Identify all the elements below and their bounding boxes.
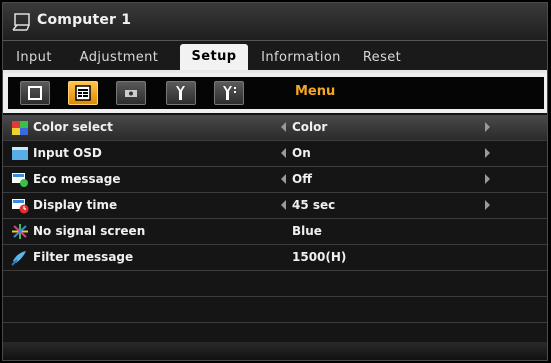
setting-label: Display time — [33, 198, 118, 212]
arrow-right-icon[interactable] — [485, 122, 490, 132]
projector-osd-window: Computer 1 Input Adjustment Setup Inform… — [2, 2, 548, 361]
setting-value: On — [292, 146, 311, 160]
display-time-icon — [12, 199, 29, 214]
subpage-menu-button[interactable] — [68, 81, 98, 105]
setting-label: Filter message — [33, 250, 134, 264]
arrow-left-icon[interactable] — [281, 200, 286, 210]
setting-value: Color — [292, 120, 328, 134]
settings-list: Color select Color Input OSD On Eco mess… — [3, 115, 547, 349]
arrow-left-icon[interactable] — [281, 174, 286, 184]
setting-row-display-time[interactable]: Display time 45 sec — [3, 193, 547, 219]
no-signal-screen-icon — [12, 224, 28, 239]
arrow-left-icon[interactable] — [281, 148, 286, 158]
subpage-general-button[interactable] — [20, 81, 50, 105]
arrow-right-icon[interactable] — [485, 174, 490, 184]
tab-bar: Input Adjustment Setup Information Reset — [3, 41, 547, 72]
subpage-title: Menu — [295, 84, 336, 99]
subpage-installation-button[interactable] — [116, 81, 146, 105]
control-icon — [176, 86, 185, 100]
arrow-right-icon[interactable] — [485, 148, 490, 158]
setting-label: Input OSD — [33, 146, 102, 160]
setting-label: Eco message — [33, 172, 121, 186]
arrow-left-icon[interactable] — [281, 122, 286, 132]
tab-setup[interactable]: Setup — [180, 44, 248, 72]
tab-input[interactable]: Input — [9, 45, 59, 71]
empty-row — [3, 297, 547, 323]
arrow-right-icon[interactable] — [485, 200, 490, 210]
color-select-icon — [12, 121, 28, 135]
setup-subpage-bar: Menu — [3, 73, 547, 113]
general-icon — [28, 86, 42, 100]
setting-row-input-osd[interactable]: Input OSD On — [3, 141, 547, 167]
setting-row-color-select[interactable]: Color select Color — [3, 115, 547, 141]
tab-adjustment[interactable]: Adjustment — [63, 45, 175, 71]
eco-message-icon — [12, 173, 28, 187]
subpage-options-button[interactable] — [214, 81, 244, 105]
tab-reset[interactable]: Reset — [351, 45, 413, 71]
menu-icon — [75, 85, 91, 101]
filter-message-icon — [11, 251, 26, 266]
setting-value: Blue — [292, 224, 322, 238]
title-bar: Computer 1 — [3, 3, 547, 41]
input-osd-icon — [12, 147, 28, 160]
setting-row-filter-message[interactable]: Filter message 1500(H) — [3, 245, 547, 271]
setting-label: No signal screen — [33, 224, 146, 238]
setting-value: Off — [292, 172, 312, 186]
setting-label: Color select — [33, 120, 113, 134]
subpage-button-strip: Menu — [8, 77, 544, 109]
setting-row-no-signal-screen[interactable]: No signal screen Blue — [3, 219, 547, 245]
setting-value: 1500(H) — [292, 250, 347, 264]
setting-value: 45 sec — [292, 198, 336, 212]
options-icon — [223, 86, 236, 100]
window-title: Computer 1 — [37, 12, 132, 28]
tab-information[interactable]: Information — [251, 45, 351, 71]
setting-row-eco-message[interactable]: Eco message Off — [3, 167, 547, 193]
subpage-control-button[interactable] — [166, 81, 196, 105]
status-bar — [3, 342, 547, 360]
computer-input-icon — [12, 13, 30, 31]
empty-row — [3, 271, 547, 297]
installation-icon — [125, 90, 137, 97]
